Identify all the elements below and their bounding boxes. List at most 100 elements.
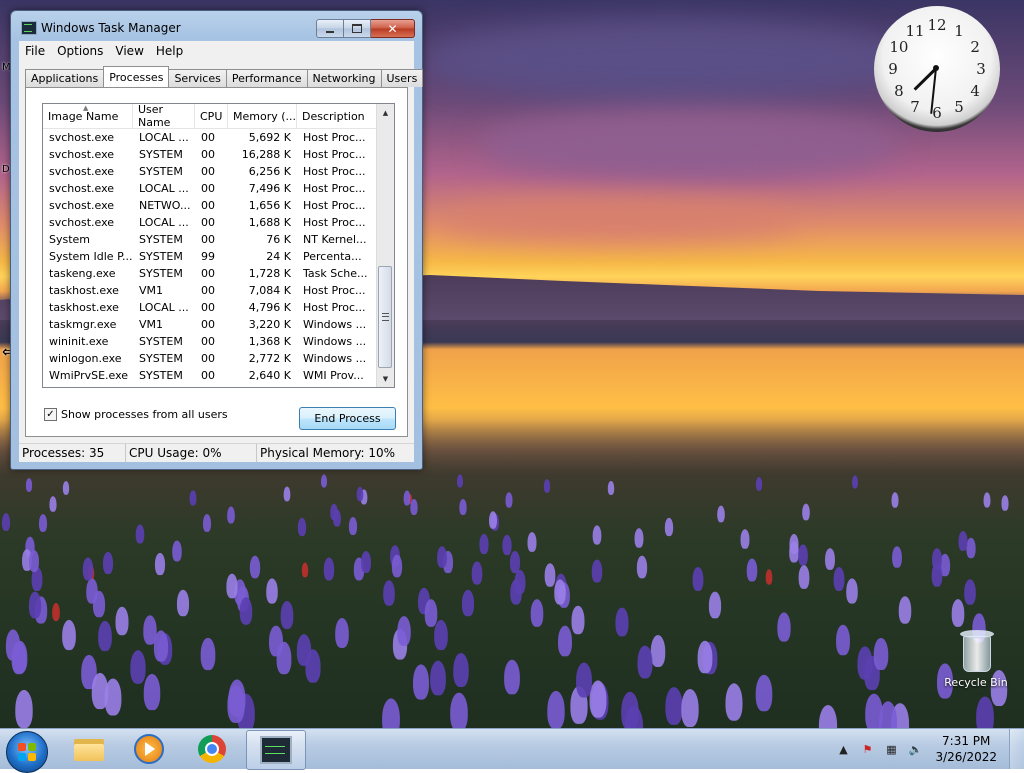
table-row[interactable]: WmiPrvSE.exe SYSTEM 00 2,640 K WMI Prov...	[43, 367, 376, 384]
flower	[15, 690, 34, 728]
menu-help[interactable]: Help	[150, 44, 189, 58]
minimize-button[interactable]	[316, 19, 344, 38]
flower	[361, 550, 372, 573]
cell-cpu: 00	[201, 352, 215, 365]
status-cpu-usage: CPU Usage: 0%	[126, 444, 257, 462]
close-button[interactable]: ✕	[371, 19, 415, 38]
cell-description: NT Kernel...	[303, 233, 367, 246]
task-manager-window[interactable]: Windows Task Manager ✕ File Options View…	[10, 10, 424, 470]
volume-icon[interactable]: 🔈	[907, 741, 923, 757]
title-bar[interactable]: Windows Task Manager ✕	[11, 11, 422, 41]
table-row[interactable]: taskhost.exe LOCAL ... 00 4,796 K Host Proc.…	[43, 299, 376, 316]
cell-user-name: VM1	[139, 318, 164, 331]
flower	[755, 477, 763, 491]
flower	[28, 591, 41, 619]
cell-description: Host Proc...	[303, 301, 366, 314]
table-row[interactable]: taskmgr.exe VM1 00 3,220 K Windows ...	[43, 316, 376, 333]
tab-users[interactable]: Users	[380, 69, 424, 87]
menu-options[interactable]: Options	[51, 44, 109, 58]
taskbar-task-manager-button[interactable]	[246, 730, 306, 770]
maximize-icon	[352, 24, 362, 33]
table-row[interactable]: svchost.exe SYSTEM 00 6,256 K Host Proc...	[43, 163, 376, 180]
flower	[527, 531, 537, 552]
column-label: User Name	[138, 103, 171, 129]
column-image-name[interactable]: ▲ Image Name	[43, 104, 133, 128]
recycle-bin[interactable]: Recycle Bin	[944, 628, 1008, 689]
flower	[717, 505, 725, 523]
vertical-scrollbar[interactable]: ▲ ▼	[376, 104, 394, 387]
flower	[383, 580, 395, 606]
menu-view[interactable]: View	[109, 44, 149, 58]
maximize-button[interactable]	[344, 19, 371, 38]
close-icon: ✕	[387, 21, 398, 36]
column-memory[interactable]: Memory (...	[228, 104, 297, 128]
process-list[interactable]: ▲ Image Name User Name CPU Memory (... D…	[42, 103, 395, 388]
flower	[410, 499, 418, 516]
end-process-button[interactable]: End Process	[299, 407, 396, 430]
flower	[825, 548, 836, 570]
scroll-down-arrow-icon[interactable]: ▼	[377, 370, 394, 387]
cell-memory: 3,220 K	[248, 318, 291, 331]
flower	[276, 641, 292, 675]
flower	[424, 599, 438, 627]
action-center-flag-icon[interactable]: ⚑	[859, 741, 875, 757]
flower	[284, 486, 291, 502]
table-row[interactable]: System SYSTEM 00 76 K NT Kernel...	[43, 231, 376, 248]
table-row[interactable]: svchost.exe LOCAL ... 00 7,496 K Host Proc..…	[43, 180, 376, 197]
menu-file[interactable]: File	[19, 44, 51, 58]
show-all-users-checkbox[interactable]: ✓	[44, 408, 57, 421]
tab-processes[interactable]: Processes	[103, 66, 170, 87]
taskbar-clock[interactable]: 7:31 PM 3/26/2022	[935, 733, 997, 765]
flower	[802, 503, 810, 521]
flower	[239, 597, 253, 625]
table-row[interactable]: svchost.exe SYSTEM 00 16,288 K Host Proc...	[43, 146, 376, 163]
table-row[interactable]: wininit.exe SYSTEM 00 1,368 K Windows ...	[43, 333, 376, 350]
taskbar-explorer-button[interactable]	[60, 730, 118, 768]
table-row[interactable]: taskeng.exe SYSTEM 00 1,728 K Task Sche...	[43, 265, 376, 282]
flower	[681, 688, 699, 727]
taskbar-chrome-button[interactable]	[183, 730, 241, 768]
flower	[459, 498, 467, 515]
flower	[510, 551, 521, 574]
table-row[interactable]: svchost.exe NETWO... 00 1,656 K Host Proc...	[43, 197, 376, 214]
tab-applications[interactable]: Applications	[25, 69, 105, 87]
cell-user-name: VM1	[139, 284, 164, 297]
cell-memory: 4,796 K	[248, 301, 291, 314]
tab-networking[interactable]: Networking	[306, 69, 382, 87]
tab-services[interactable]: Services	[168, 69, 227, 87]
scroll-up-arrow-icon[interactable]: ▲	[377, 104, 394, 121]
flower	[634, 528, 644, 549]
flower	[891, 492, 899, 508]
flower	[873, 637, 889, 670]
table-row[interactable]: svchost.exe LOCAL ... 00 5,692 K Host Proc..…	[43, 129, 376, 146]
show-hidden-icons-chevron-icon[interactable]: ▲	[835, 741, 851, 757]
column-description[interactable]: Description	[297, 104, 376, 128]
scroll-thumb[interactable]	[378, 266, 392, 368]
table-row[interactable]: winlogon.exe SYSTEM 00 2,772 K Windows ...	[43, 350, 376, 367]
flower	[226, 573, 238, 599]
flower	[740, 529, 750, 549]
table-row[interactable]: System Idle P... SYSTEM 99 24 K Percenta...	[43, 248, 376, 265]
show-desktop-button[interactable]	[1009, 729, 1024, 769]
folder-icon	[74, 737, 104, 761]
flower	[403, 490, 410, 506]
start-button[interactable]	[6, 731, 48, 773]
clock-numeral: 10	[889, 38, 909, 56]
clock-gadget[interactable]: 12 1 2 3 4 5 6 7 8 9 10 11	[874, 6, 1000, 132]
flower	[558, 625, 573, 657]
cell-user-name: SYSTEM	[139, 335, 183, 348]
flower	[708, 591, 721, 619]
table-row[interactable]: taskhost.exe VM1 00 7,084 K Host Proc...	[43, 282, 376, 299]
network-icon[interactable]: ▦	[883, 741, 899, 757]
show-all-users-option[interactable]: ✓ Show processes from all users	[44, 408, 228, 421]
table-row[interactable]: svchost.exe LOCAL ... 00 1,688 K Host Proc..…	[43, 214, 376, 231]
flower	[357, 486, 364, 501]
flower	[964, 579, 977, 605]
taskbar-date: 3/26/2022	[935, 750, 997, 764]
column-user-name[interactable]: User Name	[133, 103, 195, 129]
flower	[637, 645, 653, 679]
taskbar-media-player-button[interactable]	[120, 730, 178, 768]
tab-performance[interactable]: Performance	[225, 69, 308, 87]
column-cpu[interactable]: CPU	[195, 104, 228, 128]
cell-description: Host Proc...	[303, 131, 366, 144]
